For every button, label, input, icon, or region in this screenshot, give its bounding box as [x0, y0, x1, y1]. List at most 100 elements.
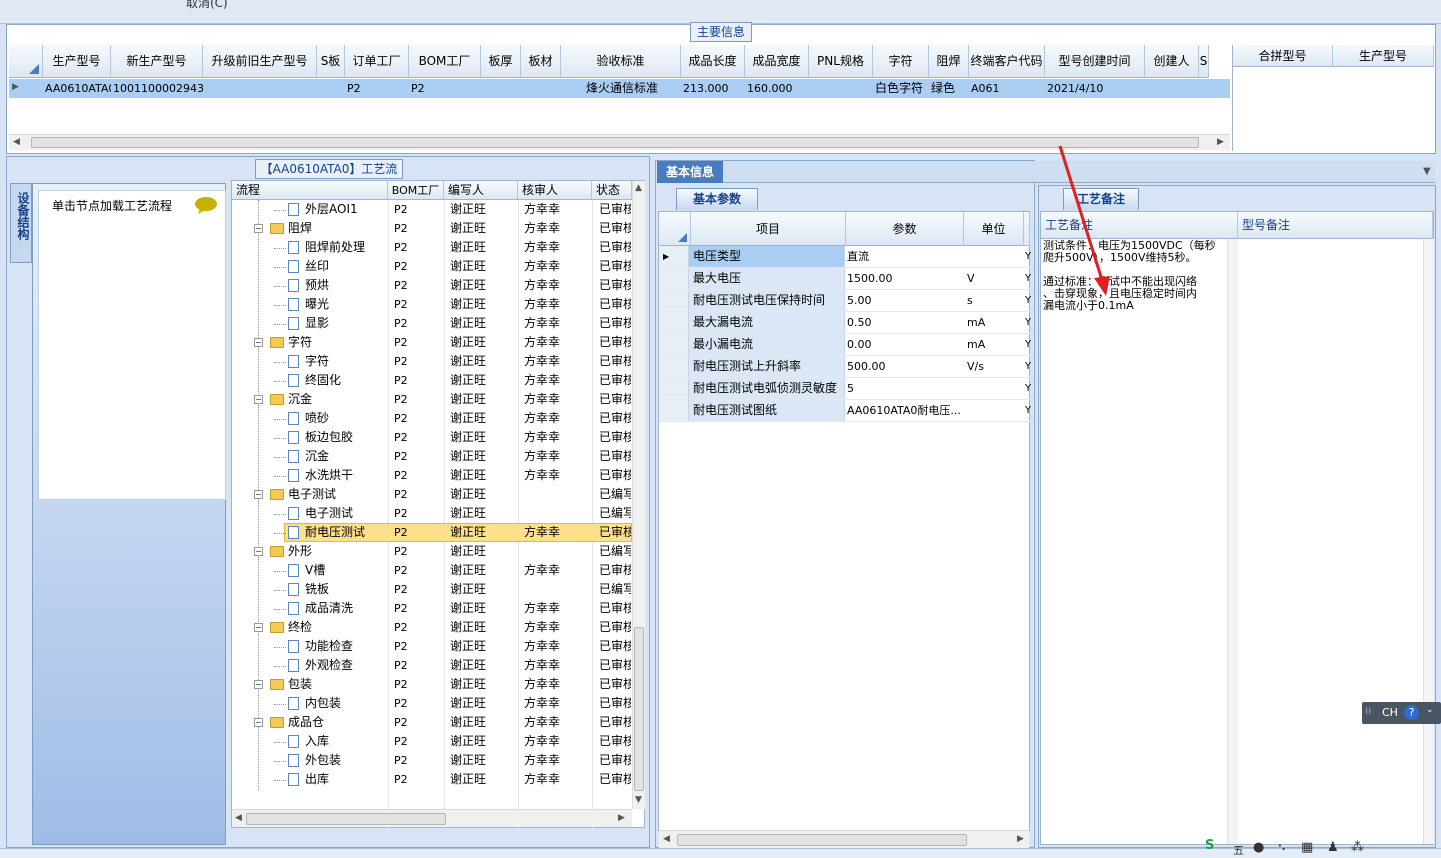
- help-icon[interactable]: ?: [1404, 705, 1419, 720]
- panel-dropdown-icon[interactable]: ▼: [1423, 166, 1431, 177]
- process-node[interactable]: 耐电压测试: [288, 523, 365, 542]
- comment-icon[interactable]: [194, 196, 218, 214]
- tree-row[interactable]: − 沉金 P2 谢正旺 方幸幸 已审核: [232, 390, 632, 409]
- tree-row[interactable]: V槽 P2 谢正旺 方幸幸 已审核: [232, 561, 632, 580]
- process-node[interactable]: 水洗烘干: [288, 466, 353, 485]
- tree-row[interactable]: 阻焊前处理 P2 谢正旺 方幸幸 已审核: [232, 238, 632, 257]
- tree-row[interactable]: 入库 P2 谢正旺 方幸幸 已审核: [232, 732, 632, 751]
- main-col-header[interactable]: 终端客户代码: [969, 45, 1045, 78]
- sogou-icon[interactable]: S: [1205, 838, 1214, 853]
- merge-model-header[interactable]: 合拼型号: [1233, 45, 1333, 67]
- main-cell[interactable]: 白色字符: [875, 80, 929, 97]
- tree-row[interactable]: 显影 P2 谢正旺 方幸幸 已审核: [232, 314, 632, 333]
- punctuation-icon[interactable]: ⠢: [1277, 840, 1287, 855]
- process-node[interactable]: 外观检查: [288, 656, 353, 675]
- param-value[interactable]: 5.00: [847, 290, 965, 311]
- main-col-header[interactable]: 生产型号: [43, 45, 111, 78]
- process-node[interactable]: 阻焊前处理: [288, 238, 365, 257]
- process-node[interactable]: 包装: [270, 675, 312, 694]
- param-row[interactable]: 最小漏电流 0.00 mA Y: [659, 334, 1031, 356]
- main-col-header[interactable]: 升级前旧生产型号: [203, 45, 317, 78]
- tree-row[interactable]: − 终检 P2 谢正旺 方幸幸 已审核: [232, 618, 632, 637]
- params-hscrollbar[interactable]: ◀ ▶: [659, 830, 1029, 848]
- tree-row[interactable]: − 字符 P2 谢正旺 方幸幸 已审核: [232, 333, 632, 352]
- main-col-header[interactable]: S: [1199, 45, 1209, 78]
- cancel-button-label[interactable]: 取消(C): [186, 0, 228, 11]
- nav-hint-text[interactable]: 单击节点加载工艺流程: [52, 197, 172, 214]
- apps-icon[interactable]: ⁂: [1351, 840, 1364, 855]
- params-grid-corner[interactable]: [659, 212, 691, 246]
- params-hscroll-thumb[interactable]: [677, 834, 967, 846]
- process-node[interactable]: 阻焊: [270, 219, 312, 238]
- process-node[interactable]: 内包装: [288, 694, 341, 713]
- scroll-right-icon[interactable]: ▶: [1217, 137, 1224, 147]
- tree-row[interactable]: 内包装 P2 谢正旺 方幸幸 已审核: [232, 694, 632, 713]
- process-node[interactable]: 字符: [288, 352, 329, 371]
- main-cell[interactable]: P2: [347, 80, 409, 97]
- process-note-scrollbar[interactable]: [1227, 239, 1238, 844]
- process-node[interactable]: 功能检查: [288, 637, 353, 656]
- tree-row[interactable]: 喷砂 P2 谢正旺 方幸幸 已审核: [232, 409, 632, 428]
- param-row[interactable]: ▶ 电压类型 直流 Y: [659, 246, 1031, 268]
- main-cell[interactable]: 213.000: [683, 80, 745, 97]
- main-cell[interactable]: 绿色: [931, 80, 969, 97]
- tree-vscroll-thumb[interactable]: [634, 627, 644, 791]
- process-node[interactable]: 曝光: [288, 295, 329, 314]
- process-node[interactable]: 出库: [288, 770, 329, 789]
- process-node[interactable]: 丝印: [288, 257, 329, 276]
- tree-row[interactable]: 外观检查 P2 谢正旺 方幸幸 已审核: [232, 656, 632, 675]
- process-node[interactable]: 显影: [288, 314, 329, 333]
- tree-row[interactable]: − 成品仓 P2 谢正旺 方幸幸 已审核: [232, 713, 632, 732]
- process-node[interactable]: 喷砂: [288, 409, 329, 428]
- process-node[interactable]: 字符: [270, 333, 312, 352]
- five-stroke-icon[interactable]: 五: [1233, 842, 1244, 858]
- param-row[interactable]: 耐电压测试电压保持时间 5.00 s Y: [659, 290, 1031, 312]
- scroll-left-icon[interactable]: ◀: [235, 813, 242, 823]
- process-node[interactable]: 终检: [270, 618, 312, 637]
- tab-basic-info[interactable]: 基本信息: [657, 161, 723, 183]
- process-node[interactable]: 外包装: [288, 751, 341, 770]
- main-col-header[interactable]: 型号创建时间: [1045, 45, 1145, 78]
- equipment-structure-tab[interactable]: 设备结构: [10, 183, 32, 263]
- params-col-value[interactable]: 参数: [846, 212, 964, 246]
- process-node[interactable]: 板边包胶: [288, 428, 353, 447]
- process-node[interactable]: 电子测试: [270, 485, 336, 504]
- keyboard-icon[interactable]: ▦: [1301, 840, 1313, 855]
- tree-row[interactable]: 字符 P2 谢正旺 方幸幸 已审核: [232, 352, 632, 371]
- params-col-item[interactable]: 项目: [691, 212, 846, 246]
- tree-row[interactable]: 外层AOI1 P2 谢正旺 方幸幸 已审核: [232, 200, 632, 219]
- tree-row[interactable]: 外包装 P2 谢正旺 方幸幸 已审核: [232, 751, 632, 770]
- process-node[interactable]: 成品清洗: [288, 599, 353, 618]
- collapse-icon[interactable]: −: [254, 547, 263, 556]
- tree-hscroll-thumb[interactable]: [246, 813, 446, 825]
- row-header[interactable]: [659, 312, 689, 333]
- tree-row[interactable]: 预烘 P2 谢正旺 方幸幸 已审核: [232, 276, 632, 295]
- tree-col-header[interactable]: 流程: [232, 181, 388, 200]
- tree-col-header[interactable]: 状态: [592, 181, 632, 200]
- tree-row[interactable]: 出库 P2 谢正旺 方幸幸 已审核: [232, 770, 632, 789]
- param-value[interactable]: AA0610ATA0耐电压...: [847, 400, 965, 421]
- main-col-header[interactable]: BOM工厂: [409, 45, 481, 78]
- collapse-icon[interactable]: −: [254, 718, 263, 727]
- row-header[interactable]: [659, 400, 689, 421]
- process-node[interactable]: 外形: [270, 542, 312, 561]
- main-cell[interactable]: 160.000: [747, 80, 809, 97]
- process-node[interactable]: 成品仓: [270, 713, 324, 732]
- main-col-header[interactable]: 板材: [521, 45, 561, 78]
- process-node[interactable]: 外层AOI1: [288, 200, 358, 219]
- scroll-thumb[interactable]: [31, 137, 1199, 148]
- main-col-header[interactable]: 成品宽度: [745, 45, 809, 78]
- tree-col-header[interactable]: 核审人: [518, 181, 592, 200]
- tree-col-header[interactable]: BOM工厂: [388, 181, 444, 200]
- param-value[interactable]: 0.50: [847, 312, 965, 333]
- tree-col-header[interactable]: 编写人: [444, 181, 518, 200]
- scroll-left-icon[interactable]: ◀: [663, 834, 670, 844]
- param-value[interactable]: 500.00: [847, 356, 965, 377]
- tree-row[interactable]: 水洗烘干 P2 谢正旺 方幸幸 已审核: [232, 466, 632, 485]
- param-value[interactable]: 直流: [847, 246, 965, 267]
- production-model-header[interactable]: 生产型号: [1333, 45, 1434, 67]
- main-col-header[interactable]: 字符: [873, 45, 929, 78]
- user-icon[interactable]: ♟: [1327, 840, 1339, 855]
- param-row[interactable]: 最大电压 1500.00 V Y: [659, 268, 1031, 290]
- tree-row[interactable]: 曝光 P2 谢正旺 方幸幸 已审核: [232, 295, 632, 314]
